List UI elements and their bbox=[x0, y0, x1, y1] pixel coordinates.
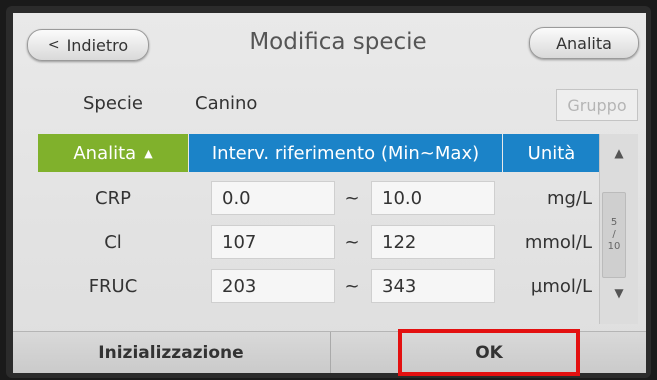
page-current: 5 bbox=[610, 217, 618, 228]
table-row: Cl 107 ~ 122 mmol/L bbox=[38, 220, 599, 264]
range-separator: ~ bbox=[344, 275, 360, 297]
page-total: 10 bbox=[607, 241, 621, 252]
analita-button[interactable]: Analita bbox=[529, 27, 639, 59]
scroll-up-arrow-icon[interactable]: ▲ bbox=[600, 146, 638, 160]
initialize-label: Inizializzazione bbox=[98, 343, 244, 363]
species-value: Canino bbox=[195, 93, 258, 114]
page-title: Modifica specie bbox=[249, 29, 427, 55]
table-row: FRUC 203 ~ 343 µmol/L bbox=[38, 264, 599, 308]
max-input[interactable]: 10.0 bbox=[371, 181, 495, 215]
screen: < Indietro Modifica specie Analita Speci… bbox=[13, 13, 646, 373]
column-header-range-label: Interv. riferimento (Min~Max) bbox=[211, 142, 480, 164]
unit-value: mmol/L bbox=[524, 231, 592, 253]
back-label: Indietro bbox=[66, 35, 129, 55]
column-header-unit-label: Unità bbox=[527, 142, 576, 164]
back-button[interactable]: < Indietro bbox=[27, 29, 149, 61]
analyte-name: CRP bbox=[95, 187, 131, 209]
range-separator: ~ bbox=[344, 187, 360, 209]
column-header-analita-label: Analita bbox=[73, 142, 137, 164]
initialize-button[interactable]: Inizializzazione bbox=[13, 332, 329, 373]
min-input[interactable]: 0.0 bbox=[211, 181, 335, 215]
scrollbar[interactable]: ▲ 5 / 10 ▼ bbox=[599, 134, 638, 324]
page-separator: / bbox=[612, 229, 616, 240]
column-header-unit: Unità bbox=[502, 134, 600, 172]
column-header-range: Interv. riferimento (Min~Max) bbox=[188, 134, 502, 172]
max-input[interactable]: 343 bbox=[371, 269, 495, 303]
analita-button-label: Analita bbox=[556, 33, 612, 53]
group-button[interactable]: Gruppo bbox=[556, 89, 638, 121]
chevron-left-icon: < bbox=[47, 37, 60, 53]
scroll-down-arrow-icon[interactable]: ▼ bbox=[600, 286, 638, 300]
analyte-name: FRUC bbox=[88, 275, 138, 297]
species-label: Specie bbox=[83, 93, 143, 114]
sort-up-icon: ▲ bbox=[144, 146, 153, 160]
unit-value: mg/L bbox=[546, 187, 592, 209]
scroll-thumb[interactable]: 5 / 10 bbox=[602, 192, 626, 278]
unit-value: µmol/L bbox=[530, 275, 592, 297]
min-input[interactable]: 203 bbox=[211, 269, 335, 303]
max-input[interactable]: 122 bbox=[371, 225, 495, 259]
analyte-name: Cl bbox=[104, 231, 122, 253]
min-input[interactable]: 107 bbox=[211, 225, 335, 259]
table-row: CRP 0.0 ~ 10.0 mg/L bbox=[38, 176, 599, 220]
range-separator: ~ bbox=[344, 231, 360, 253]
column-header-analita[interactable]: Analita ▲ bbox=[38, 134, 188, 172]
highlight-box bbox=[398, 329, 580, 376]
group-button-label: Gruppo bbox=[567, 95, 627, 115]
